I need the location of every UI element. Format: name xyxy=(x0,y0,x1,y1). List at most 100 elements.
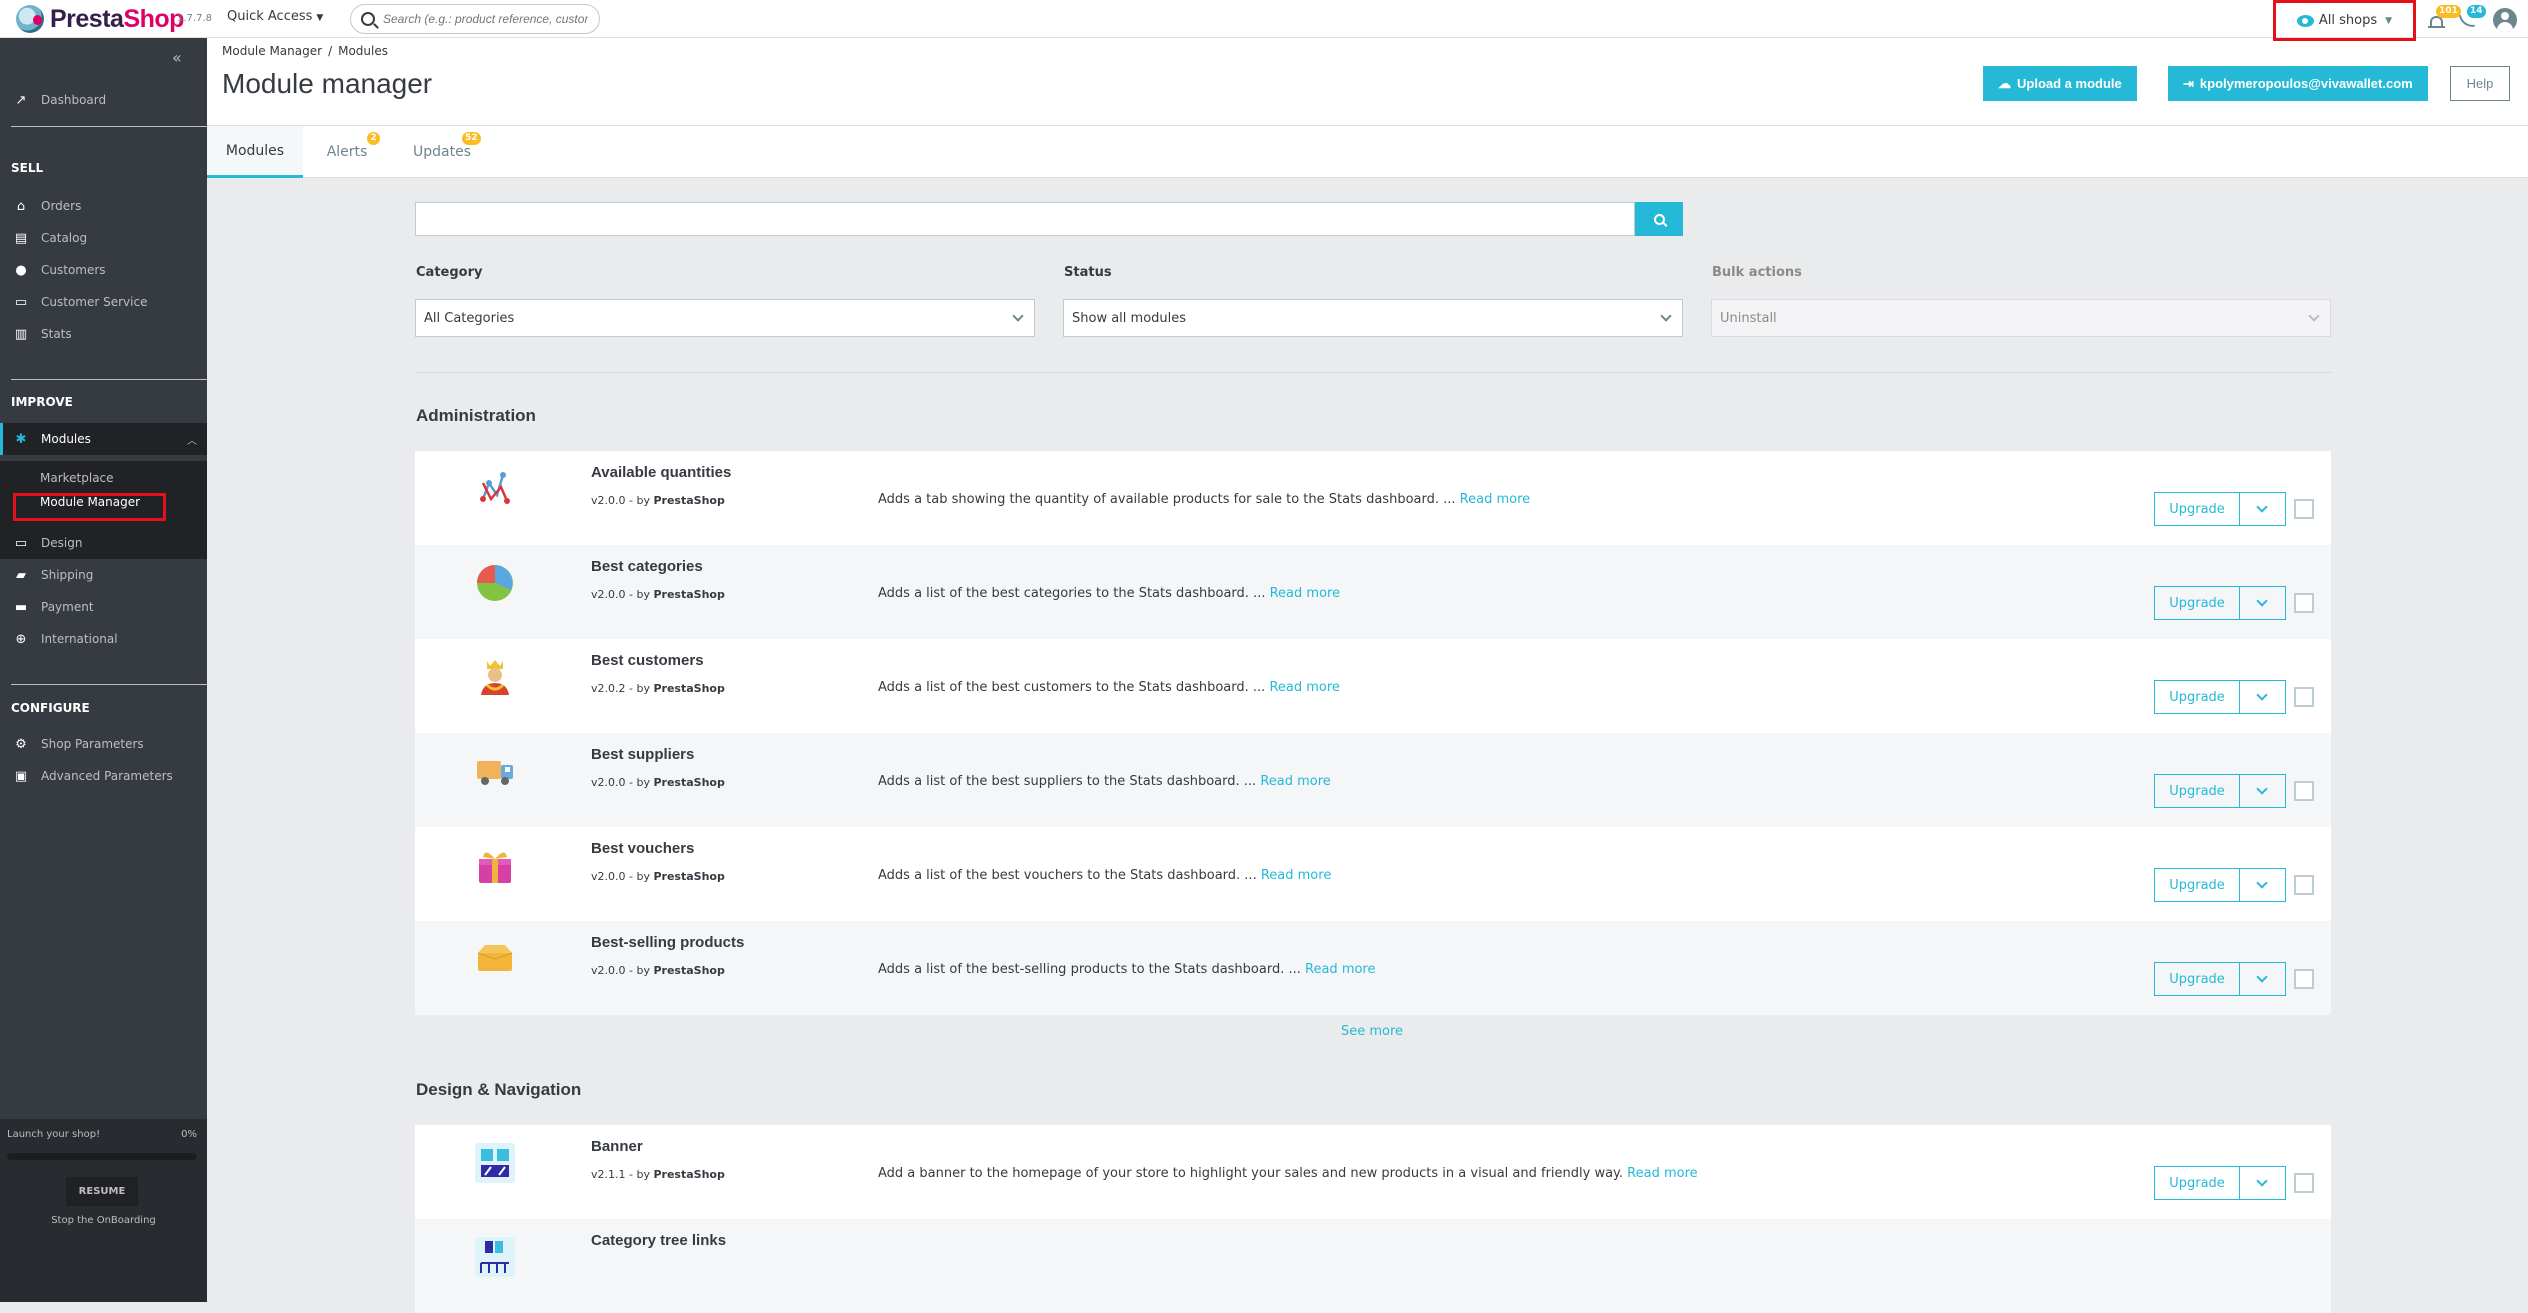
module-search-button[interactable] xyxy=(1635,202,1683,236)
chevron-down-icon xyxy=(1012,310,1024,322)
see-more-link[interactable]: See more xyxy=(1341,1024,1403,1039)
messages-button[interactable]: 14 xyxy=(2458,5,2486,32)
bulk-actions-select[interactable]: Uninstall xyxy=(1711,299,2331,337)
module-row: Best suppliers v2.0.0 - by PrestaShop Add… xyxy=(415,733,2331,827)
sidebar-item-label: Catalog xyxy=(41,231,88,245)
tab-modules[interactable]: Modules xyxy=(207,126,303,178)
module-name: Category tree links xyxy=(591,1232,727,1249)
read-more-link[interactable]: Read more xyxy=(1269,680,1339,695)
module-author: PrestaShop xyxy=(653,588,725,601)
sidebar-item-international[interactable]: ⊕ International xyxy=(0,623,207,655)
user-avatar-icon[interactable] xyxy=(2493,8,2517,32)
account-button[interactable]: ⇥ kpolymeropoulos@vivawallet.com xyxy=(2168,66,2428,101)
module-select-checkbox[interactable] xyxy=(2294,969,2314,989)
module-version-number: v2.0.0 xyxy=(591,964,626,977)
module-select-checkbox[interactable] xyxy=(2294,875,2314,895)
collapse-sidebar-icon[interactable]: « xyxy=(172,48,182,67)
tab-alerts[interactable]: Alerts 2 xyxy=(307,126,387,178)
sidebar-item-catalog[interactable]: ▤ Catalog xyxy=(0,222,207,254)
module-select-checkbox[interactable] xyxy=(2294,593,2314,613)
upgrade-button[interactable]: Upgrade xyxy=(2154,680,2240,714)
sidebar-item-label: Orders xyxy=(41,199,82,213)
eye-icon xyxy=(2296,14,2314,27)
sidebar-item-customers[interactable]: ● Customers xyxy=(0,254,207,286)
prestashop-logo[interactable]: PrestaShop xyxy=(16,4,184,34)
header-search-input[interactable] xyxy=(383,12,588,26)
upgrade-button[interactable]: Upgrade xyxy=(2154,1166,2240,1200)
sidebar-item-label: Stats xyxy=(41,327,72,341)
sidebar-item-dashboard[interactable]: ↗ Dashboard xyxy=(0,84,207,116)
module-actions-dropdown[interactable] xyxy=(2239,774,2286,808)
read-more-link[interactable]: Read more xyxy=(1270,586,1340,601)
module-name: Best-selling products xyxy=(591,934,745,951)
module-select-checkbox[interactable] xyxy=(2294,499,2314,519)
module-search-input[interactable] xyxy=(415,202,1635,236)
submenu-marketplace[interactable]: Marketplace xyxy=(40,471,114,485)
module-row: Best-selling products v2.0.0 - by PrestaS… xyxy=(415,921,2331,1015)
sidebar-item-customer-service[interactable]: ▭ Customer Service xyxy=(0,286,207,318)
read-more-link[interactable]: Read more xyxy=(1627,1166,1697,1181)
sidebar-item-shop-parameters[interactable]: ⚙ Shop Parameters xyxy=(0,728,207,760)
banner-icon xyxy=(475,1143,515,1183)
highlight-box xyxy=(13,493,166,521)
sidebar-item-modules[interactable]: ✱ Modules ︿ xyxy=(0,423,207,455)
shop-selector[interactable]: All shops ▼ xyxy=(2273,0,2416,41)
category-title-design-navigation: Design & Navigation xyxy=(416,1080,582,1099)
module-actions-dropdown[interactable] xyxy=(2239,680,2286,714)
upgrade-button[interactable]: Upgrade xyxy=(2154,586,2240,620)
resume-button[interactable]: RESUME xyxy=(66,1177,138,1206)
module-name: Best vouchers xyxy=(591,840,695,857)
chevron-down-icon xyxy=(2256,1175,2268,1187)
category-select-value: All Categories xyxy=(424,310,515,326)
sidebar-item-stats[interactable]: ▥ Stats xyxy=(0,318,207,350)
sidebar-item-label: Advanced Parameters xyxy=(41,769,173,783)
read-more-link[interactable]: Read more xyxy=(1260,774,1330,789)
help-button[interactable]: Help xyxy=(2450,66,2510,101)
module-row: Available quantities v2.0.0 - by PrestaSh… xyxy=(415,451,2331,545)
module-actions-dropdown[interactable] xyxy=(2239,1166,2286,1200)
module-author: PrestaShop xyxy=(653,776,725,789)
category-select[interactable]: All Categories xyxy=(415,299,1035,337)
module-actions-dropdown[interactable] xyxy=(2239,586,2286,620)
breadcrumb-item[interactable]: Module Manager xyxy=(222,44,322,58)
notifications-button[interactable]: 101 xyxy=(2427,5,2461,32)
sidebar-item-design[interactable]: ▭ Design xyxy=(0,527,207,559)
upgrade-button[interactable]: Upgrade xyxy=(2154,492,2240,526)
status-select[interactable]: Show all modules xyxy=(1063,299,1683,337)
read-more-link[interactable]: Read more xyxy=(1305,962,1375,977)
module-select-checkbox[interactable] xyxy=(2294,781,2314,801)
read-more-link[interactable]: Read more xyxy=(1261,868,1331,883)
sidebar-item-payment[interactable]: ▬ Payment xyxy=(0,591,207,623)
upload-module-button[interactable]: ☁ Upload a module xyxy=(1983,66,2137,101)
category-tree-icon xyxy=(475,1237,515,1277)
alerts-badge: 2 xyxy=(367,132,380,145)
sidebar-item-shipping[interactable]: ▰ Shipping xyxy=(0,559,207,591)
account-circle-icon: ● xyxy=(15,262,27,278)
upgrade-button[interactable]: Upgrade xyxy=(2154,868,2240,902)
module-actions-dropdown[interactable] xyxy=(2239,492,2286,526)
cloud-upload-icon: ☁ xyxy=(1998,75,2011,91)
module-select-checkbox[interactable] xyxy=(2294,1173,2314,1193)
stop-onboarding-link[interactable]: Stop the OnBoarding xyxy=(0,1215,207,1226)
page-title: Module manager xyxy=(222,68,433,99)
puffin-logo-icon xyxy=(16,5,44,33)
upload-module-label: Upload a module xyxy=(2017,76,2122,91)
chevron-down-icon xyxy=(2308,310,2320,322)
upgrade-button[interactable]: Upgrade xyxy=(2154,774,2240,808)
sidebar-item-label: Shipping xyxy=(41,568,94,582)
sidebar-item-orders[interactable]: ⌂ Orders xyxy=(0,190,207,222)
sidebar-item-advanced-parameters[interactable]: ▣ Advanced Parameters xyxy=(0,760,207,792)
module-actions-dropdown[interactable] xyxy=(2239,962,2286,996)
upgrade-button[interactable]: Upgrade xyxy=(2154,962,2240,996)
tab-updates[interactable]: Updates 52 xyxy=(392,126,492,178)
divider xyxy=(11,684,207,685)
header-search[interactable] xyxy=(350,4,600,34)
module-actions-dropdown[interactable] xyxy=(2239,868,2286,902)
module-version-number: v2.0.2 xyxy=(591,682,626,695)
module-select-checkbox[interactable] xyxy=(2294,687,2314,707)
read-more-link[interactable]: Read more xyxy=(1460,492,1530,507)
breadcrumb-item[interactable]: Modules xyxy=(338,44,388,58)
globe-icon: ⊕ xyxy=(15,631,27,647)
sidebar-item-label: Customer Service xyxy=(41,295,148,309)
quick-access-dropdown[interactable]: Quick Access ▼ xyxy=(227,9,323,24)
